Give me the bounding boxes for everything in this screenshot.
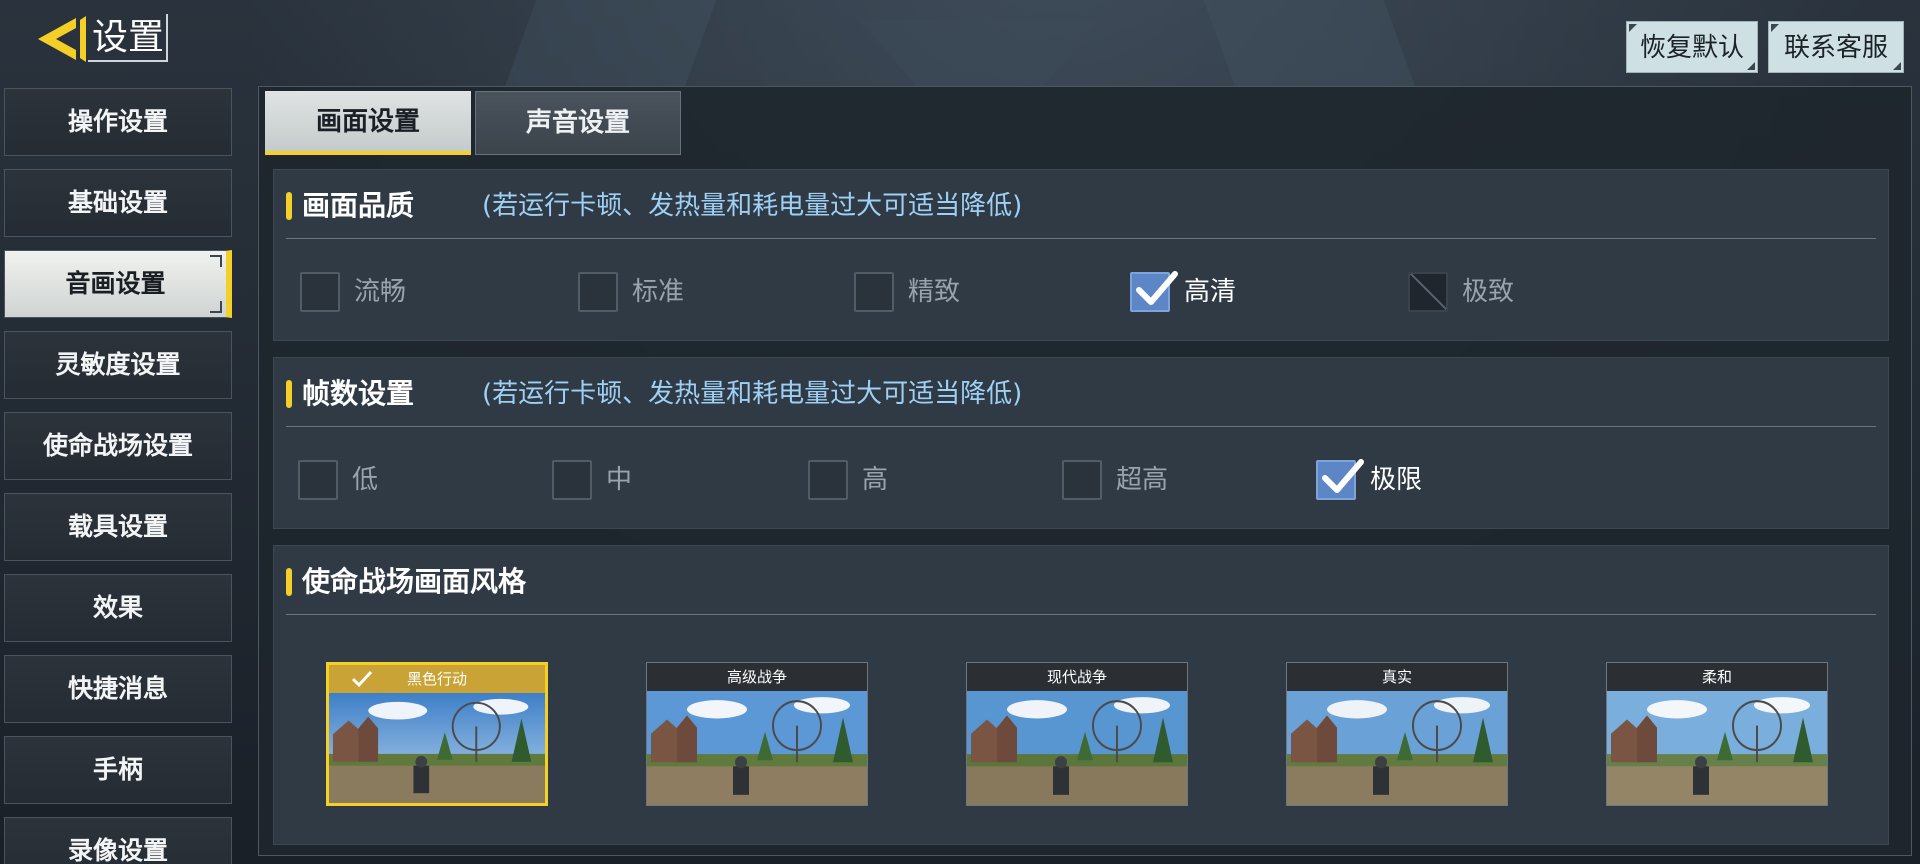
card-label: 真实 [1381,668,1412,686]
option-label: 高 [862,465,889,495]
sidebar-item-battle-royale[interactable]: 使命战场设置 [4,412,232,480]
background-emblem [860,20,1100,90]
sidebar-item-quick-messages[interactable]: 快捷消息 [4,655,232,723]
option-label: 精致 [908,277,961,307]
tab-sound[interactable]: 声音设置 [475,91,681,155]
checkbox[interactable] [808,460,848,500]
sidebar: 操作设置 基础设置 音画设置 灵敏度设置 使命战场设置 载具设置 效果 快捷消息… [4,86,232,864]
checkbox[interactable] [1062,460,1102,500]
section-marker [286,380,292,408]
graphics-quality-section: 画面品质 (若运行卡顿、发热量和耗电量过大可适当降低) 流畅 标准 精致 高清 … [273,169,1889,341]
option-label: 中 [606,465,633,495]
back-arrow-icon [38,16,86,62]
checkbox[interactable] [854,272,894,312]
back-button[interactable] [32,12,88,66]
style-card-advanced-warfare[interactable]: 高级战争 [646,662,868,806]
style-preview-image [1607,691,1827,805]
card-title: 柔和 [1607,663,1827,691]
checkmark-icon [1322,459,1364,493]
checkbox[interactable] [1130,271,1178,312]
battle-royale-style-section: 使命战场画面风格 黑色行动 高级战争 现代战争 真实 柔和 [273,545,1889,845]
checkmark-icon [351,670,373,688]
sidebar-item-controller[interactable]: 手柄 [4,736,232,804]
card-title: 高级战争 [647,663,867,691]
option-label: 标准 [632,277,685,307]
section-title: 画面品质 [302,189,415,222]
style-card-black-ops[interactable]: 黑色行动 [326,662,548,806]
card-title: 真实 [1287,663,1507,691]
section-marker [286,568,292,596]
checkbox[interactable] [300,272,340,312]
card-label: 柔和 [1701,668,1732,686]
checkbox[interactable] [552,460,592,500]
contact-support-button[interactable]: 联系客服 [1768,21,1904,73]
option-label: 超高 [1116,465,1169,495]
sidebar-item-controls[interactable]: 操作设置 [4,88,232,156]
checkbox[interactable] [298,460,338,500]
style-preview-image [329,693,545,803]
option-label: 高清 [1184,277,1237,307]
reset-defaults-button[interactable]: 恢复默认 [1626,21,1758,73]
background-stripe [1203,0,1417,90]
style-preview-image [647,691,867,805]
page-title: 设置 [88,14,168,62]
card-label: 高级战争 [726,668,787,686]
checkbox[interactable] [578,272,618,312]
card-title: 黑色行动 [329,665,545,693]
option-label: 流畅 [354,277,407,307]
option-label: 低 [352,465,379,495]
divider [286,238,1876,239]
section-marker [286,192,292,220]
checkbox-disabled [1408,272,1448,312]
style-card-realistic[interactable]: 真实 [1286,662,1508,806]
option-label: 极致 [1462,277,1515,307]
divider [286,426,1876,427]
background-stripe [503,0,717,90]
divider [286,614,1876,615]
sidebar-item-basic[interactable]: 基础设置 [4,169,232,237]
card-title: 现代战争 [967,663,1187,691]
checkbox[interactable] [1316,459,1364,500]
settings-panel: 画面设置 声音设置 画面品质 (若运行卡顿、发热量和耗电量过大可适当降低) 流畅… [258,86,1912,856]
sidebar-item-sensitivity[interactable]: 灵敏度设置 [4,331,232,399]
sidebar-item-vehicle[interactable]: 载具设置 [4,493,232,561]
section-note: (若运行卡顿、发热量和耗电量过大可适当降低) [482,379,1023,409]
sidebar-item-audio-video[interactable]: 音画设置 [4,250,232,318]
sidebar-item-recording[interactable]: 录像设置 [4,817,232,864]
tab-display[interactable]: 画面设置 [265,91,471,155]
style-preview-image [967,691,1187,805]
style-card-soft[interactable]: 柔和 [1606,662,1828,806]
section-note: (若运行卡顿、发热量和耗电量过大可适当降低) [482,191,1023,221]
card-label: 黑色行动 [406,670,467,688]
card-label: 现代战争 [1046,668,1107,686]
section-title: 使命战场画面风格 [302,565,527,598]
option-label: 极限 [1370,465,1423,495]
section-title: 帧数设置 [302,377,415,410]
style-card-modern-warfare[interactable]: 现代战争 [966,662,1188,806]
frame-rate-section: 帧数设置 (若运行卡顿、发热量和耗电量过大可适当降低) 低 中 高 超高 极限 [273,357,1889,529]
sidebar-item-effects[interactable]: 效果 [4,574,232,642]
checkmark-icon [1136,271,1178,305]
style-preview-image [1287,691,1507,805]
